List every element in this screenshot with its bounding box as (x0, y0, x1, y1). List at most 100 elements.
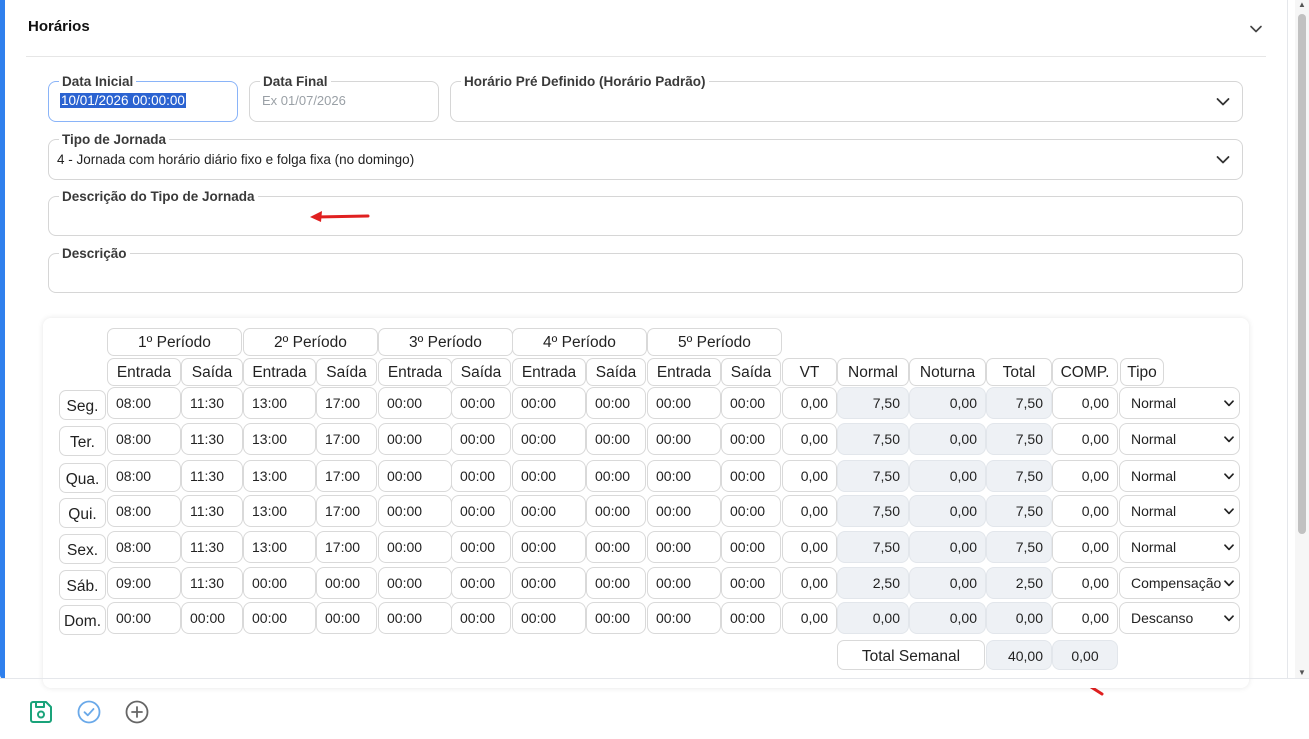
entrada-time-input[interactable]: 00:00 (512, 531, 586, 563)
vt-input[interactable]: 0,00 (782, 495, 837, 527)
entrada-time-input[interactable]: 00:00 (512, 423, 586, 455)
scrollbar-thumb[interactable] (1298, 14, 1306, 534)
entrada-time-input[interactable]: 00:00 (647, 495, 721, 527)
saida-time-input[interactable]: 00:00 (451, 387, 511, 419)
descricao-field[interactable]: Descrição (48, 246, 1243, 293)
descricao-tipo-jornada-field[interactable]: Descrição do Tipo de Jornada (48, 189, 1243, 236)
saida-time-input[interactable]: 11:30 (181, 423, 243, 455)
tipo-select[interactable]: Normal (1119, 423, 1240, 455)
scroll-down-arrow-icon[interactable]: ▼ (1298, 668, 1306, 677)
entrada-time-input[interactable]: 13:00 (243, 495, 316, 527)
page-scrollbar[interactable]: ▲ ▼ (1295, 0, 1309, 679)
tipo-select[interactable]: Normal (1119, 387, 1240, 419)
saida-time-input[interactable]: 00:00 (721, 567, 781, 599)
entrada-time-input[interactable]: 00:00 (647, 387, 721, 419)
comp-input[interactable]: 0,00 (1052, 387, 1118, 419)
saida-time-input[interactable]: 00:00 (586, 495, 646, 527)
data-final-field[interactable]: Data Final Ex 01/07/2026 (249, 74, 439, 122)
saida-time-input[interactable]: 00:00 (721, 423, 781, 455)
tipo-select[interactable]: Compensação (1119, 567, 1240, 599)
entrada-time-input[interactable]: 00:00 (512, 387, 586, 419)
saida-time-input[interactable]: 11:30 (181, 460, 243, 492)
entrada-time-input[interactable]: 00:00 (378, 460, 452, 492)
vt-input[interactable]: 0,00 (782, 602, 837, 634)
horario-pre-definido-select[interactable]: Horário Pré Definido (Horário Padrão) (450, 74, 1243, 122)
saida-time-input[interactable]: 11:30 (181, 567, 243, 599)
chevron-down-icon[interactable] (1224, 544, 1234, 551)
entrada-time-input[interactable]: 13:00 (243, 423, 316, 455)
saida-time-input[interactable]: 11:30 (181, 495, 243, 527)
comp-input[interactable]: 0,00 (1052, 460, 1118, 492)
vt-input[interactable]: 0,00 (782, 531, 837, 563)
saida-time-input[interactable]: 17:00 (316, 531, 377, 563)
entrada-time-input[interactable]: 00:00 (243, 602, 316, 634)
vt-input[interactable]: 0,00 (782, 460, 837, 492)
entrada-time-input[interactable]: 09:00 (107, 567, 181, 599)
chevron-down-icon[interactable] (1224, 473, 1234, 480)
saida-time-input[interactable]: 00:00 (721, 602, 781, 634)
tipo-jornada-select[interactable]: Tipo de Jornada 4 - Jornada com horário … (48, 132, 1243, 180)
chevron-down-icon[interactable] (1224, 580, 1234, 587)
saida-time-input[interactable]: 00:00 (586, 531, 646, 563)
entrada-time-input[interactable]: 00:00 (243, 567, 316, 599)
saida-time-input[interactable]: 00:00 (316, 602, 377, 634)
comp-input[interactable]: 0,00 (1052, 567, 1118, 599)
saida-time-input[interactable]: 11:30 (181, 531, 243, 563)
entrada-time-input[interactable]: 08:00 (107, 423, 181, 455)
entrada-time-input[interactable]: 00:00 (378, 495, 452, 527)
entrada-time-input[interactable]: 00:00 (647, 460, 721, 492)
tipo-select[interactable]: Normal (1119, 460, 1240, 492)
comp-input[interactable]: 0,00 (1052, 531, 1118, 563)
entrada-time-input[interactable]: 00:00 (378, 602, 452, 634)
entrada-time-input[interactable]: 13:00 (243, 387, 316, 419)
vt-input[interactable]: 0,00 (782, 423, 837, 455)
entrada-time-input[interactable]: 00:00 (647, 602, 721, 634)
saida-time-input[interactable]: 00:00 (721, 531, 781, 563)
check-circle-icon[interactable] (76, 699, 102, 725)
comp-input[interactable]: 0,00 (1052, 602, 1118, 634)
saida-time-input[interactable]: 00:00 (451, 531, 511, 563)
chevron-down-icon[interactable] (1224, 400, 1234, 407)
chevron-down-icon[interactable] (1249, 22, 1263, 36)
chevron-down-icon[interactable] (1224, 508, 1234, 515)
saida-time-input[interactable]: 00:00 (586, 602, 646, 634)
saida-time-input[interactable]: 00:00 (586, 423, 646, 455)
saida-time-input[interactable]: 00:00 (721, 495, 781, 527)
entrada-time-input[interactable]: 00:00 (512, 602, 586, 634)
entrada-time-input[interactable]: 00:00 (378, 423, 452, 455)
vt-input[interactable]: 0,00 (782, 387, 837, 419)
entrada-time-input[interactable]: 00:00 (378, 387, 452, 419)
vt-input[interactable]: 0,00 (782, 567, 837, 599)
saida-time-input[interactable]: 00:00 (721, 460, 781, 492)
entrada-time-input[interactable]: 00:00 (107, 602, 181, 634)
save-icon[interactable] (28, 699, 54, 725)
chevron-down-icon[interactable] (1224, 436, 1234, 443)
comp-input[interactable]: 0,00 (1052, 423, 1118, 455)
saida-time-input[interactable]: 17:00 (316, 387, 377, 419)
entrada-time-input[interactable]: 00:00 (647, 567, 721, 599)
entrada-time-input[interactable]: 08:00 (107, 387, 181, 419)
saida-time-input[interactable]: 00:00 (586, 387, 646, 419)
saida-time-input[interactable]: 00:00 (586, 460, 646, 492)
entrada-time-input[interactable]: 00:00 (378, 567, 452, 599)
entrada-time-input[interactable]: 13:00 (243, 531, 316, 563)
entrada-time-input[interactable]: 00:00 (647, 423, 721, 455)
scroll-up-arrow-icon[interactable]: ▲ (1298, 0, 1306, 9)
tipo-select[interactable]: Normal (1119, 495, 1240, 527)
entrada-time-input[interactable]: 08:00 (107, 495, 181, 527)
entrada-time-input[interactable]: 00:00 (378, 531, 452, 563)
saida-time-input[interactable]: 00:00 (451, 602, 511, 634)
tipo-select[interactable]: Descanso (1119, 602, 1240, 634)
saida-time-input[interactable]: 00:00 (721, 387, 781, 419)
saida-time-input[interactable]: 00:00 (181, 602, 243, 634)
data-inicial-value[interactable]: 10/01/2026 00:00:00 (60, 93, 186, 108)
saida-time-input[interactable]: 11:30 (181, 387, 243, 419)
entrada-time-input[interactable]: 08:00 (107, 531, 181, 563)
saida-time-input[interactable]: 17:00 (316, 423, 377, 455)
entrada-time-input[interactable]: 00:00 (512, 460, 586, 492)
saida-time-input[interactable]: 00:00 (451, 460, 511, 492)
saida-time-input[interactable]: 00:00 (451, 567, 511, 599)
plus-circle-icon[interactable] (124, 699, 150, 725)
entrada-time-input[interactable]: 08:00 (107, 460, 181, 492)
saida-time-input[interactable]: 00:00 (451, 423, 511, 455)
